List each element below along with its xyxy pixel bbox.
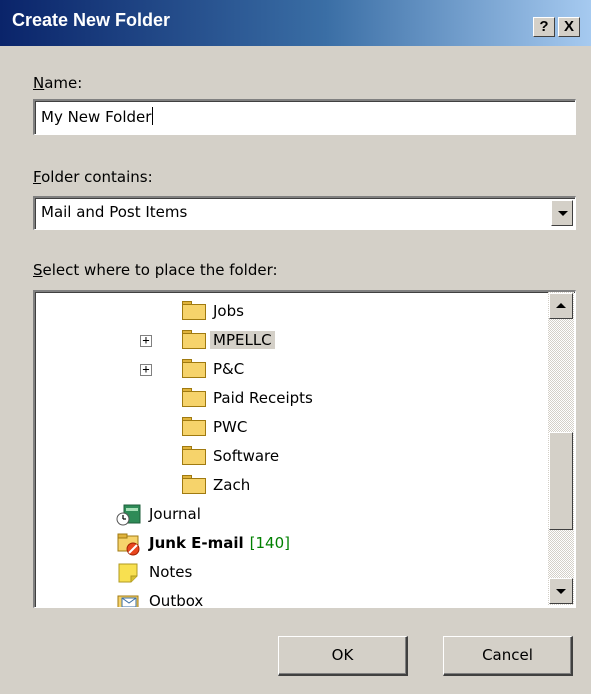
junk-mail-icon bbox=[117, 533, 140, 556]
folder-icon bbox=[182, 359, 206, 379]
expand-icon[interactable]: + bbox=[140, 363, 152, 376]
scroll-thumb[interactable] bbox=[549, 432, 573, 530]
arrow-up-icon bbox=[556, 303, 566, 308]
folder-icon bbox=[182, 301, 206, 321]
folder-contains-select[interactable]: Mail and Post Items bbox=[33, 196, 576, 230]
junk-email-label: Junk E-mail bbox=[149, 534, 244, 552]
title-bar: Create New Folder ? X bbox=[0, 0, 591, 46]
name-input[interactable]: My New Folder bbox=[33, 99, 576, 135]
expand-icon[interactable]: + bbox=[140, 334, 152, 347]
text-caret bbox=[152, 107, 154, 125]
scroll-down-button[interactable] bbox=[549, 578, 573, 604]
journal-icon bbox=[116, 504, 141, 526]
folder-contains-value: Mail and Post Items bbox=[41, 203, 188, 221]
outbox-icon bbox=[117, 595, 139, 607]
name-input-value: My New Folder bbox=[41, 108, 152, 126]
chevron-down-icon bbox=[558, 211, 568, 216]
dialog-title: Create New Folder bbox=[12, 10, 171, 30]
help-button[interactable]: ? bbox=[533, 17, 555, 37]
folder-icon bbox=[182, 417, 206, 437]
folder-icon bbox=[182, 330, 206, 350]
folder-icon bbox=[182, 446, 206, 466]
name-label: Name: bbox=[33, 74, 83, 92]
ok-button[interactable]: OK bbox=[278, 636, 408, 676]
folder-icon bbox=[182, 388, 206, 408]
cancel-button[interactable]: Cancel bbox=[443, 636, 573, 676]
scroll-up-button[interactable] bbox=[549, 293, 573, 319]
folder-icon bbox=[182, 475, 206, 495]
close-button[interactable]: X bbox=[558, 17, 580, 37]
folder-tree[interactable]: Jobs + MPELLC + P&C Paid Receipts PWC So… bbox=[33, 290, 576, 608]
dropdown-button[interactable] bbox=[551, 200, 573, 226]
unread-count: [140] bbox=[249, 534, 290, 552]
notes-icon bbox=[118, 563, 138, 583]
location-label: Select where to place the folder: bbox=[33, 261, 278, 279]
vertical-scrollbar[interactable] bbox=[548, 292, 574, 605]
folder-contains-label: Folder contains: bbox=[33, 168, 153, 186]
arrow-down-icon bbox=[556, 589, 566, 594]
